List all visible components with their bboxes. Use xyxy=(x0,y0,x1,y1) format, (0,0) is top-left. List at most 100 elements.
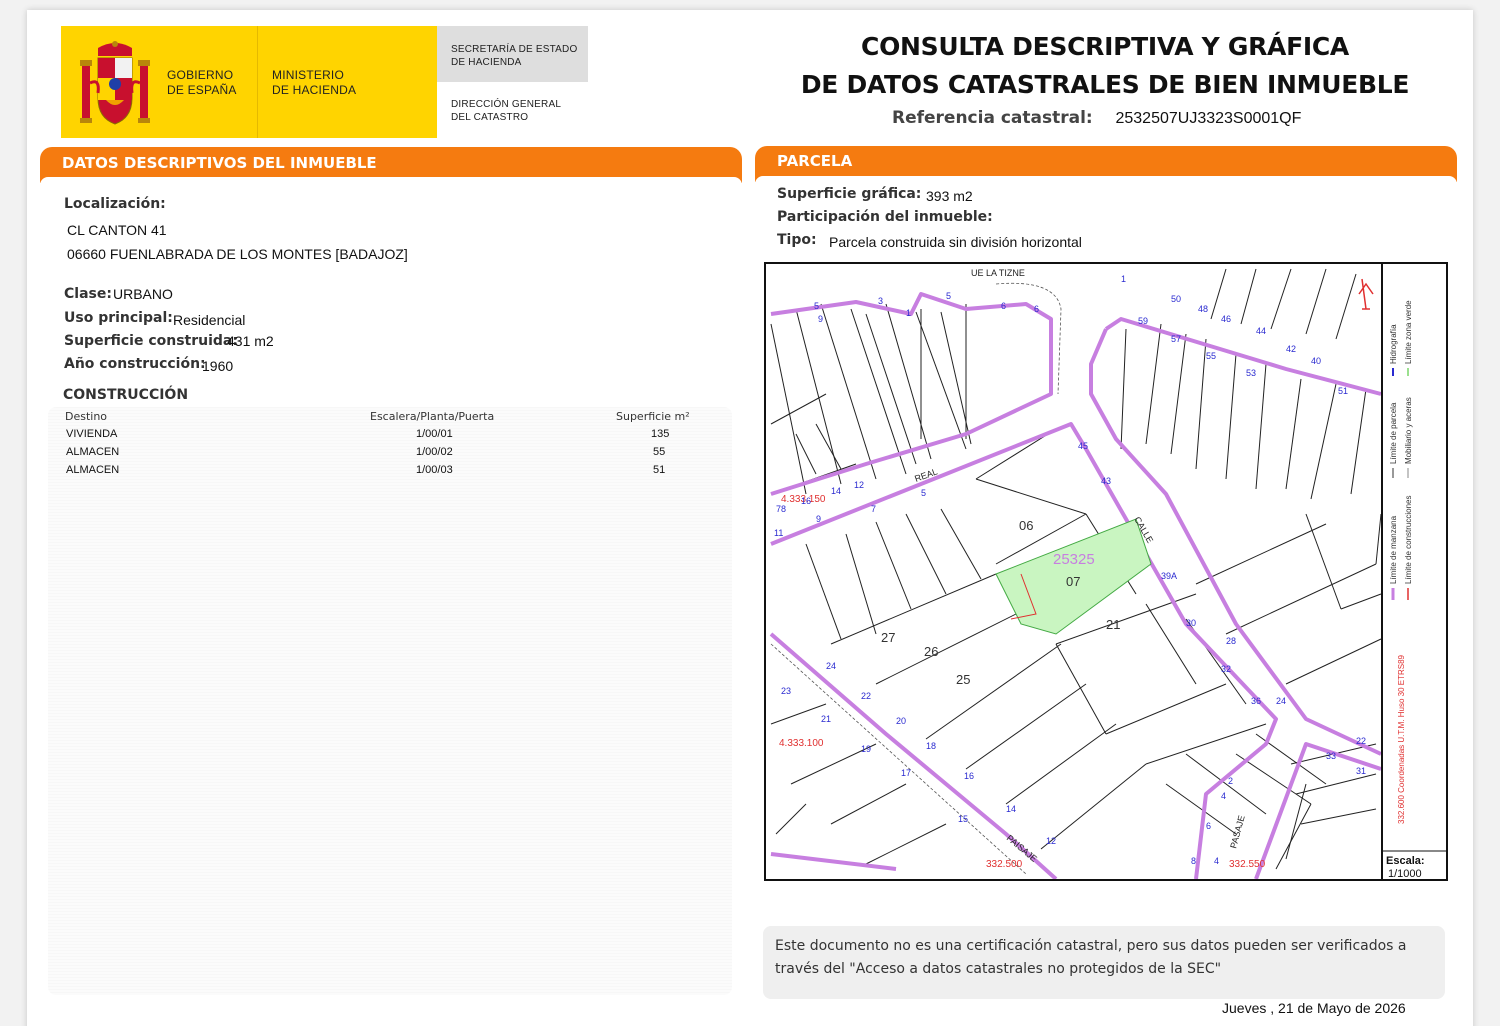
document-date: Jueves , 21 de Mayo de 2026 xyxy=(1222,1000,1406,1016)
svg-text:6: 6 xyxy=(1206,821,1211,831)
participacion-label: Participación del inmueble: xyxy=(777,209,993,225)
svg-text:4: 4 xyxy=(1221,791,1226,801)
coat-of-arms-icon xyxy=(80,41,150,125)
section-title-descriptivos: DATOS DESCRIPTIVOS DEL INMUEBLE xyxy=(62,154,377,172)
map-legend: Hidrografía Límite zona verde Límite de … xyxy=(1358,278,1425,879)
svg-text:59: 59 xyxy=(1138,316,1148,326)
svg-text:5: 5 xyxy=(814,301,819,311)
svg-text:40: 40 xyxy=(1311,356,1321,366)
plot-label: 26 xyxy=(924,644,938,659)
legend-parcela: Límite de parcela xyxy=(1389,402,1398,464)
uso-value: Residencial xyxy=(173,312,246,328)
row-superficie: 51 xyxy=(653,464,666,476)
document-title: CONSULTA DESCRIPTIVA Y GRÁFICA DE DATOS … xyxy=(790,28,1420,104)
parcela-number-label: 07 xyxy=(1066,574,1080,589)
svg-text:24: 24 xyxy=(826,661,836,671)
svg-text:22: 22 xyxy=(1356,736,1366,746)
svg-text:32: 32 xyxy=(1221,664,1231,674)
gov-separator xyxy=(257,26,258,138)
svg-text:9: 9 xyxy=(816,514,821,524)
anio-value: 1960 xyxy=(202,358,234,374)
north-arrow-icon xyxy=(1358,278,1374,310)
header-destino: Destino xyxy=(65,410,108,423)
secretaria-line1: SECRETARÍA DE ESTADO xyxy=(451,44,578,55)
svg-text:57: 57 xyxy=(1171,334,1181,344)
sup-grafica-label: Superficie gráfica: xyxy=(777,186,922,202)
svg-text:51: 51 xyxy=(1338,386,1348,396)
ministerio-line1: MINISTERIO xyxy=(272,68,345,82)
gobierno-line1: GOBIERNO xyxy=(167,68,234,82)
construccion-title: CONSTRUCCIÓN xyxy=(63,387,189,403)
disclaimer-text: Este documento no es una certificación c… xyxy=(775,938,1407,977)
svg-text:43: 43 xyxy=(1101,476,1111,486)
svg-text:22: 22 xyxy=(861,691,871,701)
svg-text:12: 12 xyxy=(854,480,864,490)
svg-text:30: 30 xyxy=(1186,618,1196,628)
svg-text:9: 9 xyxy=(818,314,823,324)
coordinate-label: 332.500 xyxy=(986,859,1023,870)
svg-text:1: 1 xyxy=(1121,274,1126,284)
government-logo-block: GOBIERNO DE ESPAÑA MINISTERIO DE HACIEND… xyxy=(61,26,588,138)
svg-text:36: 36 xyxy=(1251,696,1261,706)
section-header-descriptivos: DATOS DESCRIPTIVOS DEL INMUEBLE xyxy=(40,147,742,185)
svg-text:5: 5 xyxy=(921,488,926,498)
header-escalera: Escalera/Planta/Puerta xyxy=(370,410,495,423)
section-header-parcela: PARCELA xyxy=(755,146,1457,184)
anio-label: Año construcción: xyxy=(64,356,206,372)
coordinate-label: 332.550 xyxy=(1229,859,1266,870)
svg-text:53: 53 xyxy=(1246,368,1256,378)
referencia-value: 2532507UJ3323S0001QF xyxy=(1115,110,1302,127)
cadastral-map[interactable]: UE LA TIZNE REAL CALLE PAISAJE PASAJE 25… xyxy=(764,262,1448,881)
escala-value: 1/1000 xyxy=(1388,868,1422,879)
svg-text:5: 5 xyxy=(946,291,951,301)
svg-text:24: 24 xyxy=(1276,696,1286,706)
svg-text:11: 11 xyxy=(774,528,783,538)
svg-text:8: 8 xyxy=(1191,856,1196,866)
svg-text:19: 19 xyxy=(861,744,871,754)
gobierno-line2: DE ESPAÑA xyxy=(167,83,237,97)
svg-text:3: 3 xyxy=(878,296,883,306)
coordinate-label: 4.333.100 xyxy=(779,738,824,749)
tipo-value: Parcela construida sin división horizont… xyxy=(829,234,1082,250)
svg-text:12: 12 xyxy=(1046,836,1056,846)
street-label-top: UE LA TIZNE xyxy=(971,268,1025,278)
direccion-line2: DEL CATASTRO xyxy=(451,112,529,123)
row-superficie: 55 xyxy=(653,446,666,458)
gobierno-text: GOBIERNO DE ESPAÑA xyxy=(167,68,237,98)
superficie-value: 431 m2 xyxy=(227,333,274,349)
referencia-label: Referencia catastral: xyxy=(892,108,1093,128)
disclaimer-box: Este documento no es una certificación c… xyxy=(763,926,1445,999)
manzana-label: 25325 xyxy=(1053,551,1095,568)
svg-text:31: 31 xyxy=(1356,766,1366,776)
svg-text:16: 16 xyxy=(964,771,974,781)
address-line2: 06660 FUENLABRADA DE LOS MONTES [BADAJOZ… xyxy=(67,246,408,262)
svg-text:21: 21 xyxy=(821,714,831,724)
construccion-table-background xyxy=(48,407,732,995)
direccion-text: DIRECCIÓN GENERAL DEL CATASTRO xyxy=(451,98,561,124)
svg-text:50: 50 xyxy=(1171,294,1181,304)
superficie-label: Superficie construida: xyxy=(64,333,238,349)
ministerio-text: MINISTERIO DE HACIENDA xyxy=(272,68,356,98)
plot-label: 21 xyxy=(1106,617,1120,632)
plot-label: 27 xyxy=(881,630,895,645)
localizacion-label: Localización: xyxy=(64,196,166,212)
title-line2: DE DATOS CATASTRALES DE BIEN INMUEBLE xyxy=(800,70,1410,99)
svg-text:14: 14 xyxy=(1006,804,1016,814)
tipo-label: Tipo: xyxy=(777,232,817,248)
svg-text:6: 6 xyxy=(1001,301,1006,311)
street-label-pasaje: PASAJE xyxy=(1228,814,1246,849)
row-escalera: 1/00/01 xyxy=(416,428,453,440)
svg-text:18: 18 xyxy=(926,741,936,751)
legend-mobiliario: Mobiliario y aceras xyxy=(1404,397,1413,464)
legend-zona-verde: Límite zona verde xyxy=(1404,300,1413,364)
row-destino: VIVIENDA xyxy=(66,428,118,440)
legend-hidrografia: Hidrografía xyxy=(1389,324,1398,364)
svg-text:44: 44 xyxy=(1256,326,1266,336)
secretaria-text: SECRETARÍA DE ESTADO DE HACIENDA xyxy=(451,43,577,69)
legend-manzana: Límite de manzana xyxy=(1389,515,1398,584)
svg-text:48: 48 xyxy=(1198,304,1208,314)
header-superficie: Superficie m² xyxy=(616,410,690,423)
svg-text:78: 78 xyxy=(776,504,786,514)
referencia-catastral: Referencia catastral: 2532507UJ3323S0001… xyxy=(892,108,1301,128)
clase-value: URBANO xyxy=(113,286,173,302)
